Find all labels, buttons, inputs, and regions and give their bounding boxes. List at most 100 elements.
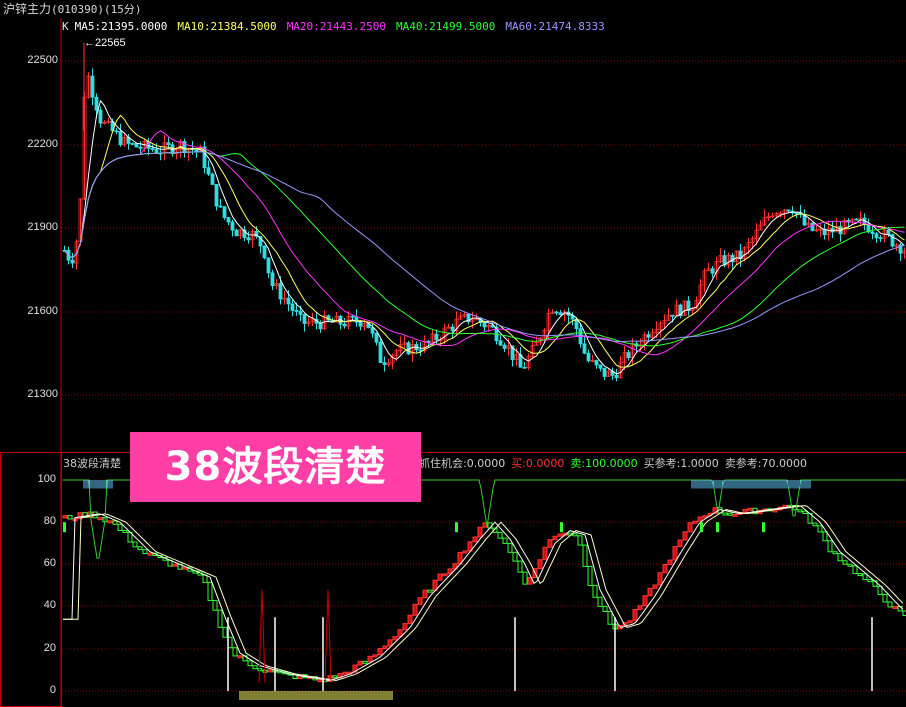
indicator-step-bar: [597, 596, 603, 607]
grab-chance-value: 抓住机会:0.0000: [419, 457, 506, 470]
candle-body: [378, 341, 383, 364]
candle-body: [114, 130, 119, 133]
indicator-step-bar: [237, 655, 243, 659]
indicator-step-bar: [357, 660, 363, 666]
candle-body: [482, 322, 487, 328]
indicator-step-bar: [382, 645, 388, 650]
indicator-step-bar: [472, 536, 478, 543]
ind-tick-80: 80: [43, 515, 56, 527]
indicator-step-bar: [427, 589, 433, 593]
indicator-step-bar: [882, 593, 888, 603]
indicator-step-bar: [142, 549, 148, 555]
indicator-step-bar: [422, 589, 428, 599]
indicator-step-bar: [852, 565, 858, 575]
indicator-step-bar: [62, 515, 68, 519]
indicator-step-bar: [722, 512, 728, 516]
indicator-name: 38波段清楚: [63, 457, 121, 470]
indicator-step-bar: [517, 560, 523, 573]
candle-body: [594, 360, 599, 366]
buy-value: 买:0.0000: [511, 457, 565, 470]
candle-body: [206, 167, 211, 175]
buy-ref-value: 买参考:1.0000: [643, 457, 719, 470]
indicator-step-bar: [332, 675, 338, 679]
candle-body: [350, 315, 355, 318]
high-price-marker: ←22565: [84, 37, 126, 49]
indicator-step-bar: [797, 509, 803, 513]
signal-marker-green: [560, 522, 563, 533]
candle-body: [558, 312, 563, 316]
indicator-step-bar: [522, 571, 528, 585]
indicator-step-bar: [462, 550, 468, 554]
indicator-step-bar: [222, 626, 228, 638]
indicator-step-bar: [107, 520, 113, 524]
candle-body: [226, 217, 231, 223]
indicator-step-bar: [667, 559, 673, 566]
candle-body: [342, 323, 347, 327]
candle-body: [70, 259, 75, 264]
candle-body: [318, 323, 323, 330]
candle-body: [118, 131, 123, 146]
indicator-step-bar: [317, 679, 323, 683]
signal-marker-green: [63, 522, 66, 533]
indicator-step-bar: [847, 563, 853, 567]
indicator-pane-border: [0, 452, 62, 707]
indicator-step-bar: [407, 614, 413, 625]
indicator-step-bar: [892, 605, 898, 609]
candle-body: [166, 142, 171, 146]
candle-body: [786, 209, 791, 212]
indicator-step-bar: [442, 573, 448, 577]
indicator-values: 抓住机会:0.0000 买:0.0000 卖:100.0000 买参考:1.0000 卖…: [419, 455, 807, 471]
indicator-step-bar: [867, 579, 873, 583]
candle-body: [302, 313, 307, 324]
indicator-step-bar: [677, 539, 683, 548]
ma5-line: [64, 99, 905, 375]
candle-body: [498, 340, 503, 346]
indicator-step-bar: [682, 531, 688, 541]
candle-body: [502, 344, 507, 349]
candle-body: [94, 96, 99, 111]
indicator-step-bar: [837, 553, 843, 562]
candle-body: [794, 212, 799, 215]
ind-tick-100: 100: [37, 473, 56, 485]
candle-body: [230, 221, 235, 231]
indicator-step-bar: [642, 595, 648, 607]
sell-ref-value: 卖参考:70.0000: [724, 457, 808, 470]
candle-body: [234, 229, 239, 237]
indicator-step-bar: [577, 535, 583, 546]
candle-body: [870, 231, 875, 235]
ind-tick-40: 40: [43, 599, 56, 611]
ind-tick-0: 0: [49, 684, 56, 696]
indicator-step-bar: [647, 587, 653, 597]
candle-body: [418, 349, 423, 352]
indicator-step-bar: [857, 573, 863, 577]
indicator-step-bar: [587, 565, 593, 586]
candle-body: [90, 75, 95, 98]
candle-body: [586, 352, 591, 362]
candle-body: [874, 233, 879, 239]
indicator-step-bar: [477, 526, 483, 538]
candle-body: [194, 149, 199, 152]
indicator-step-bar: [372, 654, 378, 658]
chart-canvas[interactable]: [0, 0, 906, 707]
candle-body: [270, 272, 275, 287]
indicator-step-bar: [112, 520, 118, 525]
candle-body: [878, 237, 883, 240]
candle-body: [246, 237, 251, 241]
ind-tick-20: 20: [43, 642, 56, 654]
candle-body: [614, 374, 619, 379]
ma60-line: [64, 151, 905, 343]
indicator-step-bar: [547, 539, 553, 548]
overlay-caption: 38波段清楚: [130, 432, 421, 502]
indicator-step-bar: [502, 537, 508, 544]
indicator-step-bar: [387, 639, 393, 647]
indicator-step-bar: [607, 610, 613, 625]
candle-body: [670, 314, 675, 317]
indicator-step-bar: [417, 597, 423, 605]
indicator-step-bar: [552, 535, 558, 541]
signal-marker-green: [762, 522, 765, 533]
indicator-step-bar: [362, 660, 368, 664]
indicator-step-bar: [132, 541, 138, 548]
indicator-step-bar: [802, 510, 808, 515]
candle-body: [382, 362, 387, 365]
indicator-step-bar: [67, 515, 73, 520]
